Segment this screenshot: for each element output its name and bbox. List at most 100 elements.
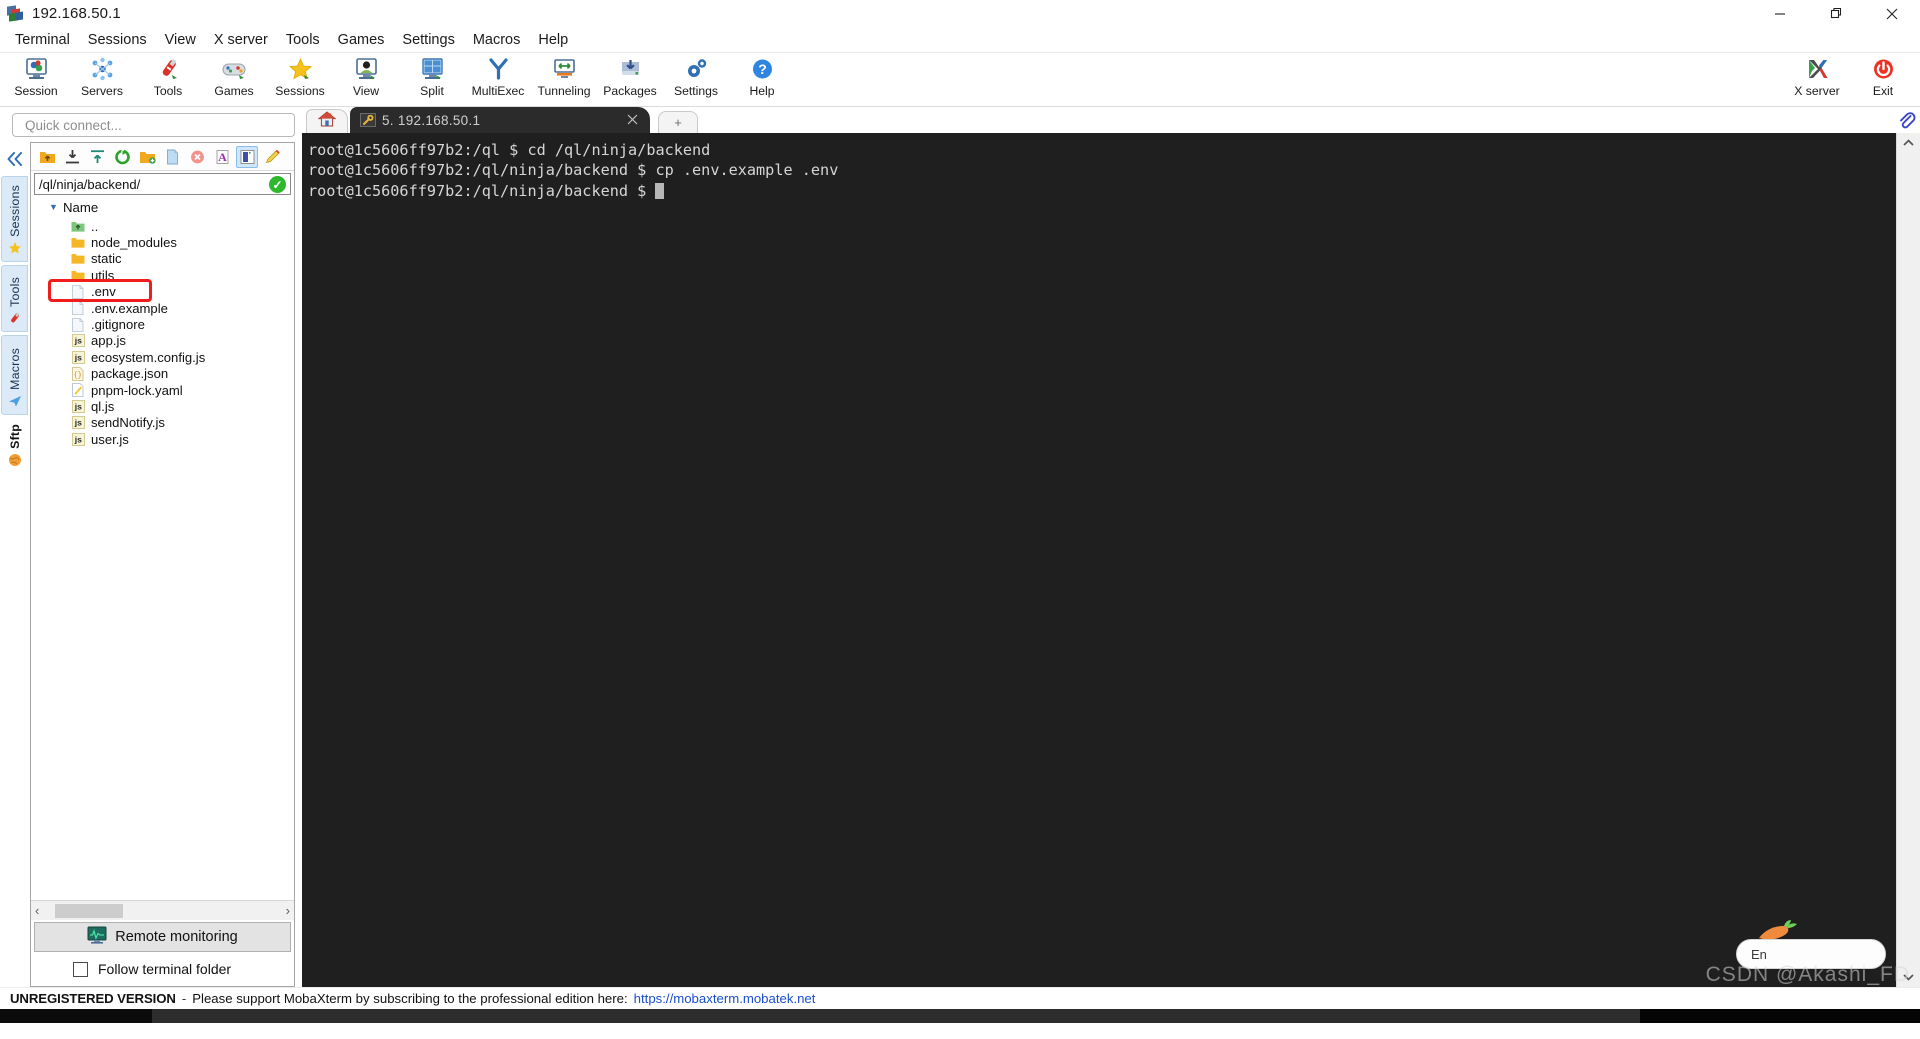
list-item[interactable]: .gitignore (31, 316, 294, 332)
chevron-left-icon[interactable]: ‹ (35, 903, 39, 918)
view-pane-icon[interactable] (236, 145, 258, 168)
sidebar-tab-sessions[interactable]: Sessions (1, 176, 28, 262)
left-panel-row: Sessions Tools Macros Sftp A /ql/ninja/b… (0, 142, 302, 987)
quick-connect-input[interactable]: Quick connect... (12, 113, 295, 137)
list-item-env[interactable]: .env (31, 284, 294, 300)
tab-home[interactable] (306, 109, 348, 133)
chevron-right-icon[interactable]: › (286, 903, 290, 918)
remote-monitoring-label: Remote monitoring (115, 929, 238, 945)
paper-plane-icon (8, 394, 22, 410)
scrollbar-thumb[interactable] (55, 903, 123, 918)
list-item-label: utils (91, 267, 115, 283)
toolbar-view-button[interactable]: View (333, 53, 399, 107)
new-tab-button[interactable]: + (658, 111, 698, 133)
go-up-folder-icon[interactable] (36, 146, 58, 168)
list-item-label: user.js (91, 431, 129, 447)
tab-session-192-168-50-1[interactable]: 5. 192.168.50.1 (350, 107, 650, 133)
file-list-column-header[interactable]: ▼ Name (31, 197, 294, 217)
refresh-icon[interactable] (111, 146, 133, 168)
list-item[interactable]: static (31, 251, 294, 267)
toolbar-multiexec-button[interactable]: MultiExec (465, 53, 531, 107)
new-folder-icon[interactable] (136, 146, 158, 168)
edit-highlight-icon[interactable] (261, 146, 283, 168)
toolbar-servers-button[interactable]: Servers (69, 53, 135, 107)
main-content-area: Quick connect... Sessions Tools Macros S… (0, 107, 1920, 987)
toolbar-games-button[interactable]: Games (201, 53, 267, 107)
menu-sessions[interactable]: Sessions (79, 29, 156, 51)
delete-icon[interactable] (186, 146, 208, 168)
follow-terminal-folder-checkbox[interactable] (73, 961, 88, 977)
menu-macros[interactable]: Macros (464, 29, 530, 51)
list-item[interactable]: .env.example (31, 300, 294, 316)
toolbar-split-button[interactable]: Split (399, 53, 465, 107)
js-file-icon: js (71, 416, 85, 430)
menu-help[interactable]: Help (529, 29, 577, 51)
collapse-chevrons-icon[interactable] (0, 142, 30, 176)
sidebar-tab-macros[interactable]: Macros (1, 335, 28, 415)
svg-text:A: A (218, 150, 227, 164)
upload-icon[interactable] (86, 146, 108, 168)
list-item[interactable]: js user.js (31, 431, 294, 447)
file-list[interactable]: .. node_modules static utils .env .env.e… (31, 217, 294, 900)
toolbar-tunneling-label: Tunneling (537, 84, 591, 98)
toolbar-sessions-button[interactable]: Sessions (267, 53, 333, 107)
sidebar-tab-tools[interactable]: Tools (1, 265, 28, 332)
toolbar-help-button[interactable]: ? Help (729, 53, 795, 107)
chevron-down-icon[interactable] (1897, 967, 1920, 987)
list-item-label: pnpm-lock.yaml (91, 382, 183, 398)
vertical-tab-strip: Sessions Tools Macros Sftp (0, 142, 30, 987)
blank-file-icon (71, 301, 85, 316)
file-list-horizontal-scrollbar[interactable]: ‹ › (31, 900, 294, 920)
toolbar-session-label: Session (14, 84, 58, 98)
list-item[interactable]: .. (31, 218, 294, 234)
remote-monitoring-button[interactable]: Remote monitoring (34, 922, 291, 952)
terminal-line-with-cursor: root@1c5606ff97b2:/ql/ninja/backend $ (308, 181, 1896, 201)
list-item[interactable]: node_modules (31, 234, 294, 250)
toolbar-tunneling-button[interactable]: Tunneling (531, 53, 597, 107)
menu-terminal[interactable]: Terminal (6, 29, 79, 51)
mobaxterm-logo-icon (7, 5, 24, 22)
list-item[interactable]: utils (31, 267, 294, 283)
list-item[interactable]: pnpm-lock.yaml (31, 382, 294, 398)
follow-terminal-folder-row[interactable]: Follow terminal folder (31, 952, 294, 986)
download-icon[interactable] (61, 146, 83, 168)
toolbar-session-button[interactable]: Session (3, 53, 69, 107)
svg-text:js: js (73, 336, 81, 346)
toolbar-packages-button[interactable]: Packages (597, 53, 663, 107)
list-item[interactable]: js sendNotify.js (31, 415, 294, 431)
tools-icon (153, 56, 183, 82)
mobaxterm-website-link[interactable]: https://mobaxterm.mobatek.net (634, 991, 816, 1006)
menu-tools[interactable]: Tools (277, 29, 329, 51)
menu-settings[interactable]: Settings (393, 29, 463, 51)
paperclip-icon[interactable] (1896, 110, 1916, 135)
toolbar-xserver-button[interactable]: X server (1784, 53, 1850, 107)
terminal-output[interactable]: root@1c5606ff97b2:/ql $ cd /ql/ninja/bac… (302, 133, 1896, 987)
tab-close-icon[interactable] (627, 112, 638, 128)
list-item[interactable]: js app.js (31, 333, 294, 349)
chevron-up-icon[interactable] (1897, 133, 1920, 153)
help-question-icon: ? (747, 56, 777, 82)
toolbar-tools-button[interactable]: Tools (135, 53, 201, 107)
file-browser-path-bar[interactable]: /ql/ninja/backend/ ✓ (34, 173, 291, 195)
text-mode-icon[interactable]: A (211, 146, 233, 168)
menu-x-server[interactable]: X server (205, 29, 277, 51)
terminal-vertical-scrollbar[interactable] (1896, 133, 1920, 987)
list-item[interactable]: js ql.js (31, 398, 294, 414)
toolbar-settings-button[interactable]: Settings (663, 53, 729, 107)
caret-down-icon: ▼ (49, 202, 58, 212)
close-button[interactable] (1864, 0, 1920, 27)
list-item[interactable]: js ecosystem.config.js (31, 349, 294, 365)
minimize-button[interactable] (1752, 0, 1808, 27)
toolbar-settings-label: Settings (673, 84, 719, 98)
menu-games[interactable]: Games (329, 29, 394, 51)
up-folder-icon (71, 219, 85, 233)
new-file-icon[interactable] (161, 146, 183, 168)
follow-terminal-folder-label: Follow terminal folder (98, 961, 232, 977)
sidebar-tab-sftp[interactable]: Sftp (1, 418, 28, 474)
folder-icon (71, 236, 85, 250)
list-item[interactable]: {} package.json (31, 366, 294, 382)
window-title-bar: 192.168.50.1 (0, 0, 1920, 27)
maximize-button[interactable] (1808, 0, 1864, 27)
menu-view[interactable]: View (156, 29, 205, 51)
toolbar-exit-button[interactable]: Exit (1850, 53, 1916, 107)
